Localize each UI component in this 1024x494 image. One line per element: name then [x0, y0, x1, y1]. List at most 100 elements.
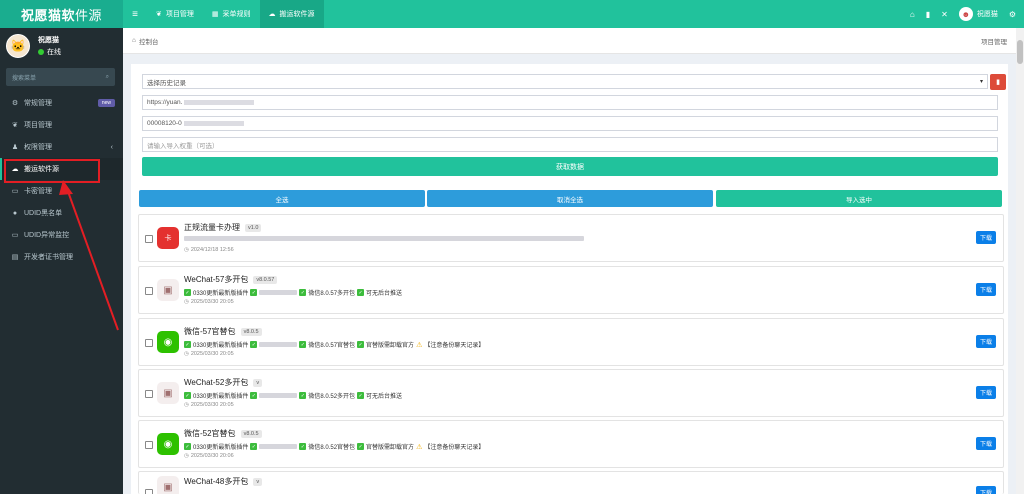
- download-button[interactable]: 下载: [976, 386, 996, 399]
- check-icon: ✓: [184, 289, 191, 296]
- select-all-label: 全选: [275, 196, 289, 204]
- fullscreen-icon[interactable]: ✕: [941, 10, 948, 19]
- warning-icon: ⚠: [416, 341, 423, 349]
- download-label: 下载: [979, 391, 992, 397]
- sidebar-item-label: 项目管理: [24, 122, 52, 129]
- profile-name: 祝愿猫: [38, 37, 59, 44]
- check-icon: ✓: [299, 443, 307, 450]
- download-button[interactable]: 下载: [976, 486, 996, 494]
- item-time: ◷ 2025/03/30 20:05: [184, 402, 234, 408]
- file-icon: ▤: [11, 254, 19, 261]
- avatar: 🐱: [6, 34, 30, 58]
- udid-value: 00008120-0: [147, 120, 182, 127]
- check-icon: ✓: [250, 392, 258, 399]
- item-checkbox[interactable]: [145, 235, 153, 243]
- item-time: ◷ 2025/03/30 20:05: [184, 299, 234, 305]
- import-selected-button[interactable]: 导入选中: [716, 190, 1002, 207]
- select-all-button[interactable]: 全选: [139, 190, 425, 207]
- grid-icon: ▦: [211, 11, 219, 18]
- item-title: WeChat-57多开包: [184, 275, 249, 284]
- app-logo[interactable]: 祝愿猫软 件源: [0, 0, 123, 28]
- url-input[interactable]: https://yuan.: [142, 95, 998, 110]
- desc-part: 0330更新最新版插件: [193, 343, 249, 349]
- card-icon: ▭: [11, 188, 19, 195]
- download-label: 下载: [979, 491, 992, 494]
- sidebar-item-cardkey[interactable]: ▭ 卡密管理: [0, 180, 123, 202]
- user-menu[interactable]: ☻ 祝愿猫: [958, 7, 998, 21]
- time-text: 2024/12/18 12:56: [190, 247, 234, 253]
- history-select[interactable]: 选择历史记录 ▾: [142, 74, 988, 89]
- delete-button[interactable]: ▮: [990, 74, 1006, 90]
- list-item[interactable]: ▣ WeChat-57多开包 v8.0.57 ✓ 0330更新最新版插件 ✓ ✓ 微信8.…: [138, 266, 1004, 314]
- item-title: 正规流量卡办理: [184, 223, 240, 232]
- udid-input[interactable]: 00008120-0: [142, 116, 998, 131]
- sidebar-search-input[interactable]: 搜索菜单 ⌕: [6, 68, 115, 86]
- sidebar-item-certificates[interactable]: ▤ 开发者证书管理: [0, 246, 123, 268]
- version-badge: v: [253, 477, 263, 486]
- download-label: 下载: [979, 340, 992, 346]
- breadcrumb-home[interactable]: 控制台: [139, 36, 159, 46]
- download-button[interactable]: 下载: [976, 283, 996, 296]
- item-checkbox[interactable]: [145, 489, 153, 494]
- desc-part: 官替版需卸载官方: [366, 445, 415, 451]
- item-time: ◷ 2024/12/18 12:56: [184, 247, 234, 253]
- download-button[interactable]: 下载: [976, 231, 996, 244]
- item-description: [184, 236, 584, 241]
- item-description: ✓ 0330更新最新版插件 ✓ ✓ 微信8.0.57多开包 ✓ 可无后台推送: [184, 288, 402, 297]
- gear-icon[interactable]: ⚙: [1009, 10, 1016, 19]
- check-icon: ✓: [250, 443, 258, 450]
- download-button[interactable]: 下载: [976, 335, 996, 348]
- desc-part: 微信8.0.52多开包: [308, 394, 356, 400]
- topnav-item-project[interactable]: ❦ 项目管理: [147, 0, 203, 28]
- time-text: 2025/03/30 20:05: [190, 402, 234, 408]
- version-badge: v8.0.57: [253, 275, 278, 284]
- user-panel: 🐱 祝愿猫 在线: [0, 28, 123, 64]
- trash-icon: ▮: [996, 79, 1000, 86]
- top-navbar: ≡ ❦ 项目管理 ▦ 采单规则 ☁ 搬运软件源 ⌂ ▮ ✕ ☻ 祝愿猫 ⚙: [123, 0, 1024, 28]
- scrollbar[interactable]: [1016, 28, 1024, 494]
- sidebar-item-udid-monitor[interactable]: ▭ UDID异常监控: [0, 224, 123, 246]
- topnav-item-source[interactable]: ☁ 搬运软件源: [259, 0, 324, 28]
- list-item[interactable]: 卡 正规流量卡办理 v1.0 ◷ 2024/12/18 12:56 下载: [138, 214, 1004, 262]
- leaf-icon: ❦: [12, 122, 18, 129]
- sidebar-item-general[interactable]: ⚙ 常规管理 new: [0, 92, 123, 114]
- check-icon: ✓: [299, 341, 307, 348]
- breadcrumb: ⌂ 控制台 项目管理: [123, 28, 1016, 54]
- status-text: 在线: [47, 49, 61, 56]
- deselect-all-button[interactable]: 取消全选: [427, 190, 713, 207]
- list-item[interactable]: ▣ WeChat-52多开包 v ✓ 0330更新最新版插件 ✓ ✓ 微信8.0.52多开…: [138, 369, 1004, 417]
- weight-placeholder: 请输入导入权重（可选）: [147, 142, 219, 150]
- trash-icon[interactable]: ▮: [926, 10, 930, 19]
- item-checkbox[interactable]: [145, 390, 153, 398]
- download-button[interactable]: 下载: [976, 437, 996, 450]
- item-checkbox[interactable]: [145, 287, 153, 295]
- scrollbar-thumb[interactable]: [1017, 40, 1023, 64]
- item-title: WeChat-52多开包: [184, 378, 249, 387]
- check-icon: ✓: [184, 341, 191, 348]
- list-item[interactable]: ◉ 微信-57官替包 v8.0.5 ✓ 0330更新最新版插件 ✓ ✓ 微信8.0.57官…: [138, 318, 1004, 366]
- menu-toggle-icon[interactable]: ≡: [123, 9, 147, 20]
- search-icon[interactable]: ⌕: [106, 74, 109, 81]
- item-checkbox[interactable]: [145, 441, 153, 449]
- sidebar-item-permission[interactable]: ♟ 权限管理 ‹: [0, 136, 123, 158]
- breadcrumb-current[interactable]: 项目管理: [981, 36, 1007, 46]
- dashboard-icon: ⌂: [132, 37, 136, 44]
- item-time: ◷ 2025/03/30 20:06: [184, 453, 234, 459]
- fetch-data-button[interactable]: 获取数据: [142, 157, 998, 176]
- topnav-item-rules[interactable]: ▦ 采单规则: [203, 0, 260, 28]
- home-icon[interactable]: ⌂: [910, 10, 915, 19]
- desc-part: 官替版需卸载官方: [366, 343, 415, 349]
- weight-input[interactable]: 请输入导入权重（可选）: [142, 137, 998, 152]
- avatar: ☻: [958, 7, 973, 21]
- online-status: 在线: [38, 47, 61, 57]
- check-icon: ✓: [357, 392, 365, 399]
- check-icon: ✓: [299, 289, 307, 296]
- version-badge: v8.0.5: [240, 429, 262, 438]
- item-checkbox[interactable]: [145, 339, 153, 347]
- highlight-box: [4, 159, 100, 183]
- version-badge: v: [253, 378, 263, 387]
- list-item[interactable]: ▣ WeChat-48多开包 v 下载: [138, 471, 1004, 494]
- sidebar-item-project[interactable]: ❦ 项目管理: [0, 114, 123, 136]
- sidebar-item-udid-blacklist[interactable]: ● UDID黑名单: [0, 202, 123, 224]
- list-item[interactable]: ◉ 微信-52官替包 v8.0.5 ✓ 0330更新最新版插件 ✓ ✓ 微信8.0.52官…: [138, 420, 1004, 468]
